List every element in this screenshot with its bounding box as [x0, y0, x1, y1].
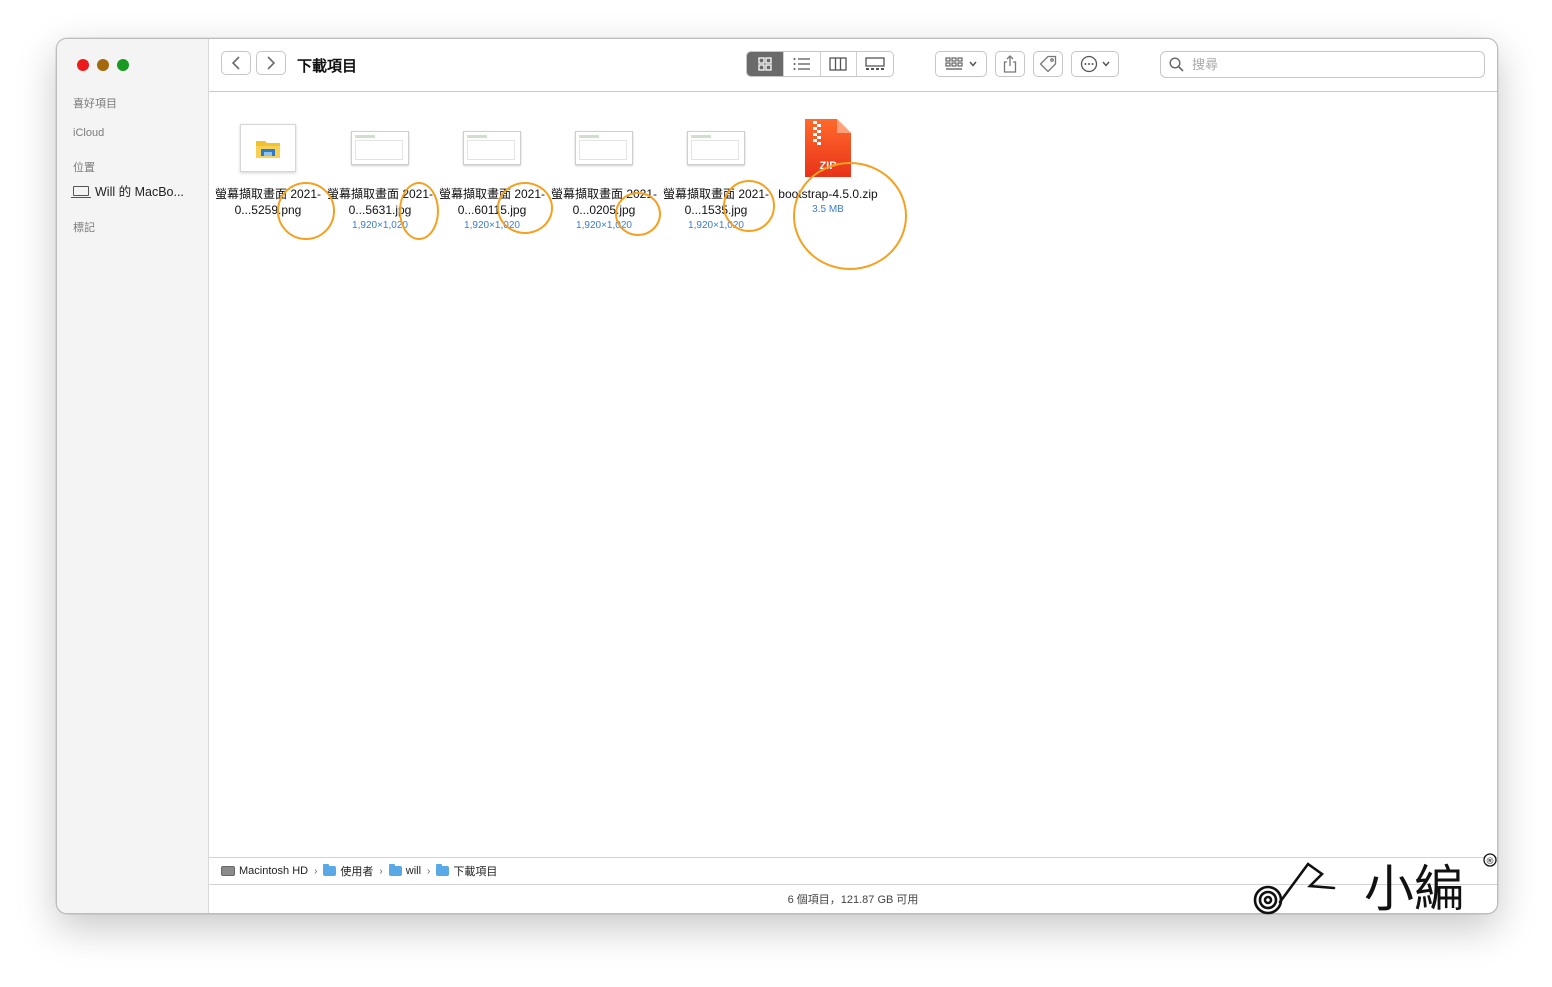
chevron-right-icon — [267, 56, 276, 70]
more-actions-button[interactable] — [1071, 51, 1119, 77]
path-item-will[interactable]: will — [388, 864, 422, 877]
share-icon — [1003, 55, 1017, 73]
file-meta: 3.5 MB — [812, 204, 844, 215]
image-thumbnail — [687, 131, 745, 165]
file-item[interactable]: 螢幕擷取畫面 2021-0...60115.jpg 1,920×1,020 — [436, 116, 548, 233]
group-grid-icon — [945, 57, 963, 70]
back-button[interactable] — [221, 51, 251, 75]
folder-explorer-icon — [256, 141, 280, 158]
toolbar: 下載項目 — [209, 39, 1497, 92]
image-thumbnail — [240, 124, 296, 172]
search-input[interactable] — [1190, 56, 1474, 73]
close-button[interactable] — [77, 59, 89, 71]
image-thumbnail — [351, 131, 409, 165]
file-meta: 1,920×1,020 — [688, 220, 744, 231]
home-folder-icon — [388, 864, 402, 876]
columns-icon — [829, 57, 848, 71]
file-meta: 1,920×1,020 — [352, 220, 408, 231]
file-name: 螢幕擷取畫面 2021-0...5631.jpg — [326, 187, 434, 217]
tag-button[interactable] — [1033, 51, 1063, 77]
window-title: 下載項目 — [297, 58, 358, 75]
image-thumbnail — [463, 131, 521, 165]
chevron-right-icon: › — [427, 865, 431, 877]
list-icon — [793, 58, 810, 70]
finder-window: 喜好項目 iCloud 位置 Will 的 MacBo... 標記 下載項目 搜… — [56, 38, 1498, 914]
sidebar-item-label: Will 的 MacBo... — [95, 185, 184, 199]
chevron-down-icon — [969, 61, 977, 67]
ellipsis-circle-icon — [1080, 55, 1098, 73]
path-item-downloads[interactable]: 下載項目 — [436, 863, 497, 879]
column-view-button[interactable] — [821, 52, 858, 76]
gallery-view-button[interactable] — [857, 52, 893, 76]
zip-badge: ZIP — [819, 160, 836, 172]
grid-icon — [758, 57, 772, 71]
file-name: 螢幕擷取畫面 2021-0...5259.png — [214, 187, 322, 217]
path-item-users[interactable]: 使用者 — [323, 863, 373, 879]
file-meta: 1,920×1,020 — [464, 220, 520, 231]
chevron-down-icon — [1102, 61, 1110, 67]
sidebar-section-favorites[interactable]: 喜好項目 — [73, 95, 117, 111]
forward-button[interactable] — [256, 51, 286, 75]
path-item-label: 下載項目 — [453, 866, 498, 878]
window-controls — [77, 59, 129, 71]
sidebar-item-macbook[interactable]: Will 的 MacBo... — [71, 181, 184, 200]
tag-icon — [1039, 55, 1057, 73]
gallery-icon — [865, 57, 885, 70]
image-thumbnail — [575, 131, 633, 165]
laptop-icon — [71, 185, 91, 198]
file-name: 螢幕擷取畫面 2021-0...60115.jpg — [438, 187, 546, 217]
sidebar-section-locations[interactable]: 位置 — [73, 159, 95, 175]
folder-icon — [323, 864, 337, 876]
chevron-right-icon: › — [314, 865, 318, 877]
hard-drive-icon — [221, 866, 235, 876]
zoom-button[interactable] — [117, 59, 129, 71]
file-item[interactable]: 螢幕擷取畫面 2021-0...0205.jpg 1,920×1,020 — [548, 116, 660, 233]
view-mode-group — [746, 51, 894, 77]
path-item-macintosh-hd[interactable]: Macintosh HD — [221, 865, 308, 877]
share-button[interactable] — [995, 51, 1025, 77]
file-item[interactable]: ZIP bootstrap-4.5.0.zip 3.5 MB — [772, 116, 884, 217]
file-item[interactable]: 螢幕擷取畫面 2021-0...1535.jpg 1,920×1,020 — [660, 116, 772, 233]
chevron-right-icon: › — [379, 865, 383, 877]
registered-mark: ® — [1486, 857, 1495, 867]
file-meta: 1,920×1,020 — [576, 220, 632, 231]
group-by-button[interactable] — [935, 51, 987, 77]
main-area: 下載項目 搜尋 螢幕擷取畫面 2021-0...5259.png 螢幕擷取畫面 … — [209, 39, 1497, 913]
path-item-label: Macintosh HD — [239, 865, 309, 877]
file-item[interactable]: 螢幕擷取畫面 2021-0...5259.png — [212, 116, 324, 219]
file-item[interactable]: 螢幕擷取畫面 2021-0...5631.jpg 1,920×1,020 — [324, 116, 436, 233]
file-name: bootstrap-4.5.0.zip — [778, 187, 878, 201]
sidebar: 喜好項目 iCloud 位置 Will 的 MacBo... 標記 — [57, 39, 209, 913]
file-icon-grid[interactable]: 螢幕擷取畫面 2021-0...5259.png 螢幕擷取畫面 2021-0..… — [209, 92, 1497, 857]
minimize-button[interactable] — [97, 59, 109, 71]
search-field[interactable] — [1160, 51, 1485, 78]
file-name: 螢幕擷取畫面 2021-0...0205.jpg — [550, 187, 658, 217]
folder-icon — [436, 864, 450, 876]
list-view-button[interactable] — [784, 52, 821, 76]
path-item-label: will — [405, 865, 422, 877]
sidebar-section-icloud[interactable]: iCloud — [73, 127, 104, 139]
chevron-left-icon — [231, 56, 240, 70]
watermark-logo: 小編 ® — [1253, 853, 1497, 916]
watermark-text: 小編 — [1364, 860, 1464, 916]
search-icon — [1169, 57, 1184, 72]
zip-archive-icon: ZIP — [805, 119, 851, 177]
path-item-label: 使用者 — [340, 866, 374, 878]
icon-view-button[interactable] — [747, 52, 784, 76]
file-name: 螢幕擷取畫面 2021-0...1535.jpg — [662, 187, 770, 217]
sidebar-section-tags[interactable]: 標記 — [73, 219, 95, 235]
